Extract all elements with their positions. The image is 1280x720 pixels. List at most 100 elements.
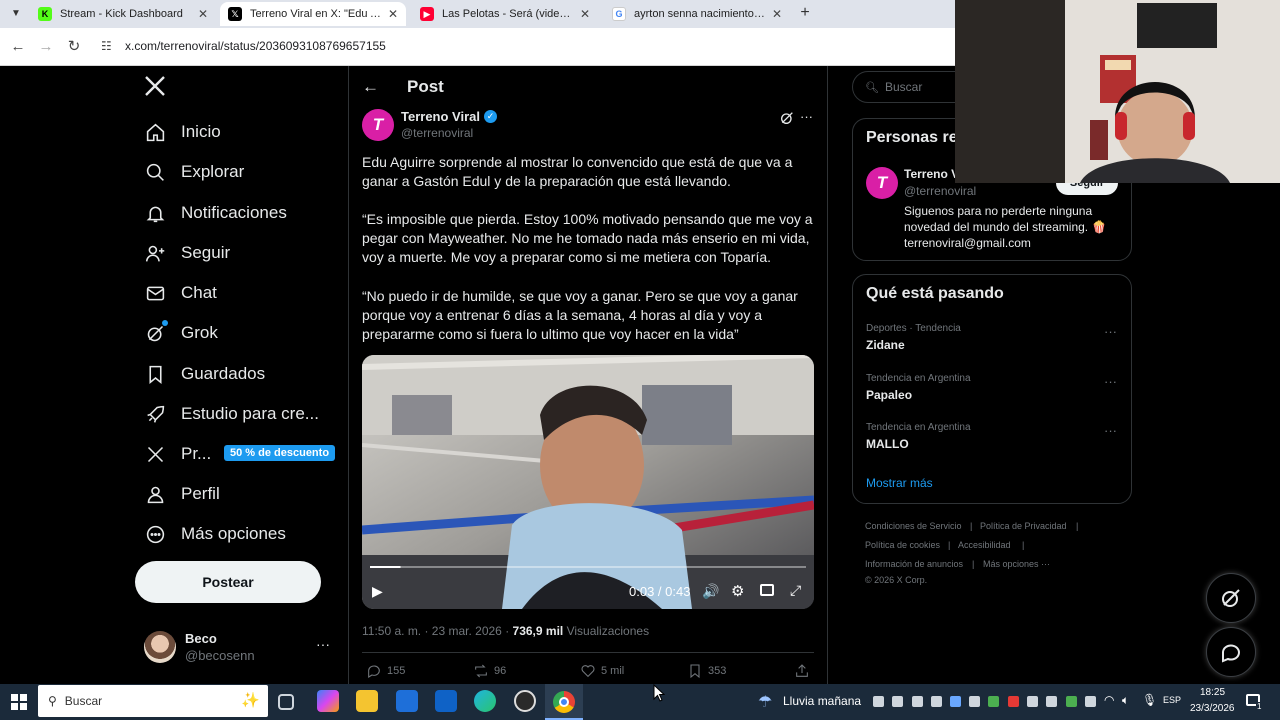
copilot-icon[interactable] (317, 690, 339, 712)
trend-name[interactable]: Papaleo (866, 388, 912, 402)
person-avatar[interactable]: T (866, 167, 898, 199)
reply-button[interactable]: 155 (366, 663, 405, 679)
trend-more-icon[interactable]: ··· (1104, 374, 1117, 389)
nav-item-grok[interactable]: Grok (144, 318, 218, 348)
settings-gear-icon[interactable]: ⚙ (731, 582, 744, 600)
nav-item-premium[interactable]: Pr... (144, 439, 211, 469)
nav-item-notificaciones[interactable]: Notificaciones (144, 198, 287, 228)
tray-icon[interactable] (931, 696, 942, 707)
new-tab-button[interactable]: + (796, 4, 814, 22)
more-dots-icon[interactable]: ··· (316, 636, 330, 652)
person-name[interactable]: Terreno V (904, 167, 959, 181)
wifi-icon[interactable]: ◠ (1104, 693, 1114, 707)
url-field[interactable]: x.com/terrenoviral/status/20360931087696… (125, 39, 386, 53)
language-indicator[interactable]: ESP (1163, 695, 1181, 705)
bluetooth-icon[interactable] (950, 696, 961, 707)
grok-icon[interactable] (779, 110, 795, 126)
nav-item-inicio[interactable]: Inicio (144, 117, 221, 147)
nav-item-seguir[interactable]: Seguir (144, 238, 230, 268)
bookmark-button[interactable]: 353 (687, 663, 726, 679)
chrome-taskbar-button[interactable] (545, 684, 583, 720)
close-tab-icon[interactable]: ✕ (580, 7, 590, 21)
repost-button[interactable]: 96 (473, 663, 506, 679)
volume-icon[interactable]: 🔈︎ (1122, 693, 1129, 708)
trend-more-icon[interactable]: ··· (1104, 423, 1117, 438)
video-player[interactable]: ▶ 0:03 / 0:43 🔊 ⚙ ⤢ (362, 355, 814, 609)
pip-icon[interactable] (760, 584, 774, 596)
tab-list-dropdown-icon[interactable]: ▼ (8, 6, 24, 22)
volume-icon[interactable]: 🔊 (702, 583, 719, 600)
trend-name[interactable]: Zidane (866, 338, 905, 352)
obs-icon[interactable] (514, 690, 536, 712)
weather-text[interactable]: Lluvia mañana (783, 694, 861, 708)
show-more-link[interactable]: Mostrar más (866, 476, 933, 490)
post-timestamp[interactable]: 11:50 a. m. · 23 mar. 2026 · (362, 624, 509, 638)
footer-link[interactable]: Más opciones ··· (983, 559, 1050, 569)
like-button[interactable]: 5 mil (580, 663, 624, 679)
store-icon[interactable] (396, 690, 418, 712)
tray-icon[interactable] (1085, 696, 1096, 707)
postear-button[interactable]: Postear (135, 561, 321, 603)
reload-icon[interactable]: ↻ (64, 37, 84, 57)
mail-icon (144, 282, 166, 304)
close-tab-icon[interactable]: ✕ (388, 7, 398, 21)
task-view-icon[interactable] (278, 694, 294, 710)
trend-name[interactable]: MALLO (866, 437, 909, 451)
nav-item-guardados[interactable]: Guardados (144, 359, 265, 389)
nav-item-chat[interactable]: Chat (144, 278, 217, 308)
nav-item-estudio[interactable]: Estudio para cre... (144, 399, 319, 429)
nav-item-explorar[interactable]: Explorar (144, 157, 244, 187)
site-info-icon[interactable]: ☷ (101, 39, 117, 55)
share-button[interactable] (794, 663, 815, 679)
nav-item-mas-opciones[interactable]: Más opciones (144, 519, 286, 549)
close-tab-icon[interactable]: ✕ (198, 7, 208, 21)
browser-tab[interactable]: K Stream - Kick Dashboard ✕ (30, 2, 216, 26)
footer-link[interactable]: Información de anuncios (865, 559, 963, 569)
nav-item-perfil[interactable]: Perfil (144, 479, 220, 509)
back-arrow-icon[interactable]: ← (8, 37, 28, 57)
chat-fab[interactable] (1206, 627, 1256, 677)
tray-icon[interactable] (892, 696, 903, 707)
account-switcher[interactable]: Beco @becosenn ··· (144, 629, 334, 665)
grok-fab[interactable] (1206, 573, 1256, 623)
forward-arrow-icon[interactable]: → (36, 37, 56, 57)
tray-icon[interactable] (873, 696, 884, 707)
footer-link[interactable]: Política de cookies (865, 540, 940, 550)
clock-date[interactable]: 23/3/2026 (1190, 703, 1235, 714)
promo-badge[interactable]: 50 % de descuento (224, 445, 336, 461)
close-tab-icon[interactable]: ✕ (772, 7, 782, 21)
tray-icon[interactable] (988, 696, 999, 707)
edge-icon[interactable] (474, 690, 496, 712)
clock-time[interactable]: 18:25 (1200, 687, 1225, 698)
author-avatar[interactable]: T (362, 109, 394, 141)
trend-more-icon[interactable]: ··· (1104, 324, 1117, 339)
tray-icon[interactable] (1066, 696, 1077, 707)
browser-tab[interactable]: G ayrton senna nacimiento - Busc ✕ (604, 2, 790, 26)
taskbar-search[interactable]: ⚲ Buscar ✨ (38, 685, 268, 717)
author-handle[interactable]: @terrenoviral (401, 126, 473, 140)
fullscreen-icon[interactable]: ⤢ (790, 582, 801, 599)
windows-start-icon[interactable] (11, 694, 27, 710)
browser-tab-active[interactable]: 𝕏 Terreno Viral en X: "Edu Aguirre ✕ (220, 2, 406, 26)
chat-bubble-icon (1222, 644, 1240, 663)
tray-icon[interactable] (1027, 696, 1038, 707)
back-arrow-icon[interactable]: ← (362, 77, 379, 97)
footer-link[interactable]: Accesibilidad (958, 540, 1011, 550)
microphone-icon[interactable]: 🎙︎ (1142, 693, 1157, 707)
post-more-icon[interactable]: ··· (800, 109, 813, 124)
outlook-icon[interactable] (435, 690, 457, 712)
weather-icon[interactable]: ☂ (758, 692, 772, 712)
play-icon[interactable]: ▶ (372, 583, 383, 600)
x-logo-icon[interactable] (143, 74, 169, 100)
footer-link[interactable]: Condiciones de Servicio (865, 521, 962, 531)
reply-count: 155 (387, 665, 406, 677)
file-explorer-icon[interactable] (356, 690, 378, 712)
footer-link[interactable]: Política de Privacidad (980, 521, 1067, 531)
tray-icon[interactable] (912, 696, 923, 707)
browser-tab[interactable]: ▶ Las Pelotas - Será (video oficial) ✕ (412, 2, 598, 26)
tray-icon[interactable] (969, 696, 980, 707)
tray-icon[interactable] (1046, 696, 1057, 707)
author-name[interactable]: Terreno Viral ✓ (401, 109, 497, 124)
tray-icon[interactable] (1008, 696, 1019, 707)
video-progress-track[interactable] (370, 566, 806, 568)
